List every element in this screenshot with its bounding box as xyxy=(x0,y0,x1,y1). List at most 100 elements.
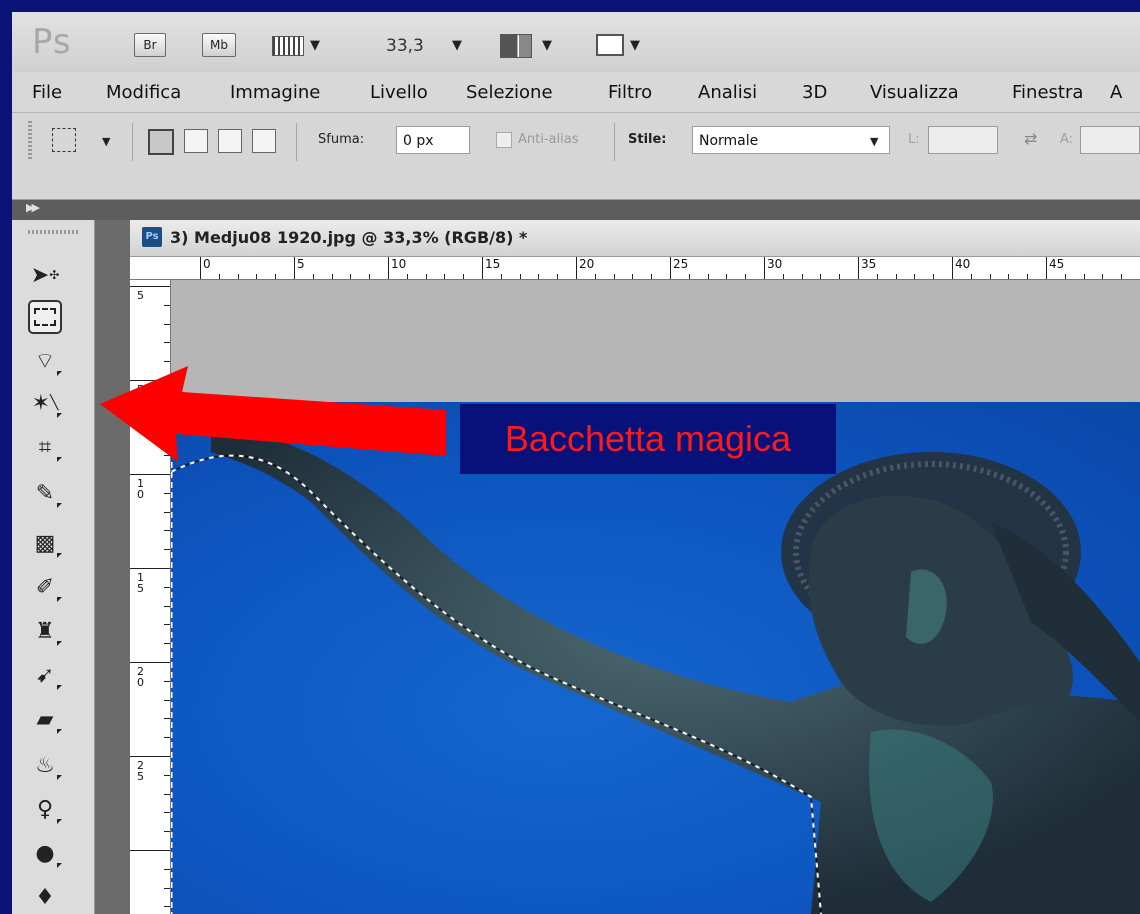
zoom-level[interactable]: 33,3 xyxy=(386,36,424,56)
ruler-tick xyxy=(369,274,371,279)
brush-icon[interactable]: ✐ xyxy=(28,570,62,604)
crop-icon[interactable]: ⌗ xyxy=(28,430,62,464)
ruler-tick xyxy=(130,662,170,663)
menu-immagine[interactable]: Immagine xyxy=(230,82,320,103)
bridge-button[interactable]: Br xyxy=(134,33,166,57)
ruler-tick xyxy=(876,274,878,279)
antialias-checkbox[interactable] xyxy=(496,132,512,148)
ruler-tick xyxy=(164,868,170,870)
document-window: Ps 3) Medju08 1920.jpg @ 33,3% (RGB/8) *… xyxy=(130,220,1140,914)
document-tab[interactable]: Ps 3) Medju08 1920.jpg @ 33,3% (RGB/8) * xyxy=(130,220,1140,257)
magic-wand-icon[interactable]: ✶ ╲ xyxy=(28,386,62,420)
ruler-tick xyxy=(839,274,841,279)
horizontal-ruler[interactable]: 0 5 10 15 20 25 30 35 40 45 xyxy=(130,257,1140,280)
pen-icon[interactable]: ♦ xyxy=(28,880,62,914)
blur-icon[interactable]: ♀ xyxy=(28,792,62,826)
spot-healing-icon[interactable]: ▩ xyxy=(28,526,62,560)
eyedropper-icon[interactable]: ✎ xyxy=(28,476,62,510)
mini-bridge-button[interactable]: Mb xyxy=(202,33,236,57)
menu-file[interactable]: File xyxy=(32,82,62,103)
subtract-from-selection-button[interactable] xyxy=(218,129,242,153)
ruler-tick xyxy=(538,274,540,279)
ruler-tick xyxy=(164,624,170,626)
ruler-tick xyxy=(164,586,170,588)
tool-preset-marquee-icon[interactable] xyxy=(52,128,76,152)
new-selection-button[interactable] xyxy=(148,129,174,155)
menu-3d[interactable]: 3D xyxy=(802,82,827,103)
ruler-tick xyxy=(745,274,747,279)
menu-bar: File Modifica Immagine Livello Selezione… xyxy=(12,72,1140,113)
ruler-tick xyxy=(970,274,972,279)
ruler-tick xyxy=(130,474,170,475)
ruler-label: 10 xyxy=(391,257,407,271)
rectangular-marquee-icon[interactable] xyxy=(28,300,62,334)
ruler-tick xyxy=(331,274,333,279)
chevron-down-icon[interactable]: ▼ xyxy=(870,135,878,148)
ruler-tick xyxy=(130,756,170,757)
lasso-icon[interactable]: ⌔ xyxy=(28,344,62,378)
ruler-label: 15 xyxy=(137,571,144,595)
ruler-tick xyxy=(164,530,170,532)
intersect-selection-button[interactable] xyxy=(252,129,276,153)
menu-visualizza[interactable]: Visualizza xyxy=(870,82,959,103)
swap-dimensions-icon[interactable]: ⇄ xyxy=(1024,129,1037,148)
ruler-tick xyxy=(651,274,653,279)
style-label: Stile: xyxy=(628,132,667,147)
menu-finestra[interactable]: Finestra xyxy=(1012,82,1083,103)
menu-selezione[interactable]: Selezione xyxy=(466,82,553,103)
ruler-tick xyxy=(164,737,170,739)
add-to-selection-button[interactable] xyxy=(184,129,208,153)
image-canvas[interactable] xyxy=(171,402,1140,914)
height-input[interactable] xyxy=(1080,126,1140,154)
ruler-tick xyxy=(164,643,170,645)
arrange-documents-icon[interactable] xyxy=(500,34,532,58)
width-label: L: xyxy=(908,132,920,147)
chevron-down-icon[interactable]: ▼ xyxy=(542,38,552,53)
options-grip[interactable] xyxy=(28,121,32,161)
screen-mode-icon[interactable] xyxy=(596,34,624,56)
ruler-tick xyxy=(256,274,258,279)
view-extras-icon[interactable] xyxy=(272,36,304,56)
ruler-tick xyxy=(482,257,483,279)
menu-livello[interactable]: Livello xyxy=(370,82,428,103)
ruler-tick xyxy=(164,398,170,400)
height-label: A: xyxy=(1060,132,1074,147)
ruler-tick xyxy=(164,436,170,438)
ruler-tick xyxy=(237,274,239,279)
document-title: 3) Medju08 1920.jpg @ 33,3% (RGB/8) * xyxy=(170,228,528,247)
chevron-down-icon[interactable]: ▼ xyxy=(102,135,110,148)
ruler-label: 20 xyxy=(579,257,595,271)
ruler-tick xyxy=(164,718,170,720)
ruler-tick xyxy=(164,812,170,814)
feather-input[interactable]: 0 px xyxy=(396,126,470,154)
ruler-label: 35 xyxy=(861,257,877,271)
menu-analisi[interactable]: Analisi xyxy=(698,82,757,103)
move-tool-icon[interactable]: ➤ ✣ xyxy=(28,258,62,292)
menu-filtro[interactable]: Filtro xyxy=(608,82,652,103)
vertical-ruler[interactable]: 5 5 10 15 20 25 xyxy=(130,280,171,914)
width-input[interactable] xyxy=(928,126,998,154)
chevron-down-icon[interactable]: ▼ xyxy=(452,38,462,53)
ruler-tick xyxy=(130,850,170,851)
collapse-arrows-icon[interactable]: ▶▶ xyxy=(26,201,40,214)
ruler-tick xyxy=(350,274,352,279)
panel-strip: ▶▶ xyxy=(12,200,1140,220)
ruler-label: 5 xyxy=(297,257,305,271)
ruler-tick xyxy=(500,274,502,279)
paint-bucket-icon[interactable]: ♨ xyxy=(28,748,62,782)
menu-modifica[interactable]: Modifica xyxy=(106,82,181,103)
chevron-down-icon[interactable]: ▼ xyxy=(310,38,320,53)
eraser-icon[interactable]: ▰ xyxy=(28,702,62,736)
ruler-tick xyxy=(164,323,170,325)
menu-aiuto[interactable]: A xyxy=(1110,82,1122,103)
history-brush-icon[interactable]: ➹ xyxy=(28,658,62,692)
ruler-tick xyxy=(782,274,784,279)
toolbox-grip[interactable] xyxy=(28,230,78,234)
dodge-icon[interactable]: ● xyxy=(28,836,62,870)
ruler-tick xyxy=(218,274,220,279)
chevron-down-icon[interactable]: ▼ xyxy=(630,38,640,53)
style-select[interactable]: Normale xyxy=(692,126,890,154)
clone-stamp-icon[interactable]: ♜ xyxy=(28,614,62,648)
ruler-tick xyxy=(1083,274,1085,279)
photoshop-file-icon: Ps xyxy=(142,227,162,247)
